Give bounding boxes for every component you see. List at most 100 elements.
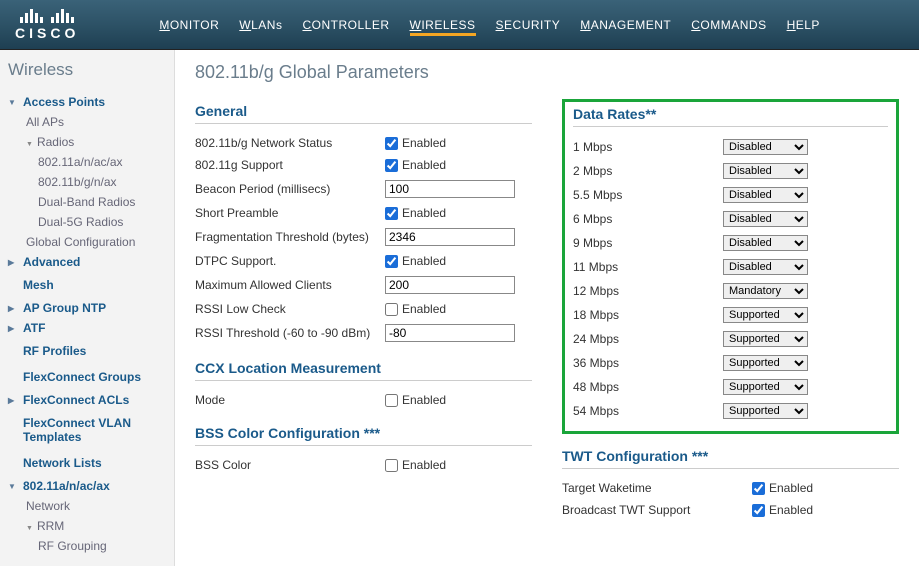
sidebar-item-radios[interactable]: Radios: [8, 132, 166, 152]
datarate-select-2[interactable]: DisabledMandatorySupported: [723, 163, 808, 179]
datarate-row: 2 MbpsDisabledMandatorySupported: [573, 159, 888, 183]
general-label: Short Preamble: [195, 206, 385, 220]
sidebar-item-atf[interactable]: ATF: [8, 318, 166, 338]
general-checkbox-0[interactable]: [385, 137, 398, 150]
general-checkbox-3[interactable]: [385, 207, 398, 220]
general-label: DTPC Support.: [195, 254, 385, 268]
datarate-select-36[interactable]: DisabledMandatorySupported: [723, 355, 808, 371]
general-input-2[interactable]: [385, 180, 515, 198]
ccx-checkbox-label: Enabled: [402, 393, 446, 407]
main-content: 802.11b/g Global Parameters General 802.…: [175, 50, 919, 566]
general-row: Beacon Period (millisecs): [195, 176, 532, 202]
nav-management[interactable]: MANAGEMENT: [580, 14, 671, 36]
twt-checkbox-label: Enabled: [769, 481, 813, 495]
datarate-label: 12 Mbps: [573, 284, 723, 298]
sidebar-item-network[interactable]: Network: [8, 496, 166, 516]
sidebar-item-flexconnect-acls[interactable]: FlexConnect ACLs: [8, 390, 166, 410]
datarate-label: 48 Mbps: [573, 380, 723, 394]
data-rates-highlight-box: Data Rates** 1 MbpsDisabledMandatorySupp…: [562, 99, 899, 434]
sidebar-item-ap-group-ntp[interactable]: AP Group NTP: [8, 298, 166, 318]
sidebar-item-802-11b-g-n-ax[interactable]: 802.11b/g/n/ax: [8, 172, 166, 192]
sidebar-item-network-lists[interactable]: Network Lists: [8, 450, 166, 476]
datarate-row: 12 MbpsDisabledMandatorySupported: [573, 279, 888, 303]
general-label: Beacon Period (millisecs): [195, 182, 385, 196]
section-datarates-title: Data Rates**: [573, 106, 888, 127]
datarate-select-24[interactable]: DisabledMandatorySupported: [723, 331, 808, 347]
datarate-row: 1 MbpsDisabledMandatorySupported: [573, 135, 888, 159]
section-bss-title: BSS Color Configuration ***: [195, 425, 532, 446]
general-label: RSSI Threshold (-60 to -90 dBm): [195, 326, 385, 340]
datarate-select-6[interactable]: DisabledMandatorySupported: [723, 211, 808, 227]
datarate-select-54[interactable]: DisabledMandatorySupported: [723, 403, 808, 419]
general-input-6[interactable]: [385, 276, 515, 294]
general-label: Maximum Allowed Clients: [195, 278, 385, 292]
nav-commands[interactable]: COMMANDS: [691, 14, 766, 36]
general-checkbox-5[interactable]: [385, 255, 398, 268]
datarate-select-11[interactable]: DisabledMandatorySupported: [723, 259, 808, 275]
sidebar-item-802-11a-n-ac-ax[interactable]: 802.11a/n/ac/ax: [8, 476, 166, 496]
cisco-logo: CISCO: [15, 9, 79, 41]
ccx-checkbox-0[interactable]: [385, 394, 398, 407]
datarate-select-9[interactable]: DisabledMandatorySupported: [723, 235, 808, 251]
datarate-select-1[interactable]: DisabledMandatorySupported: [723, 139, 808, 155]
general-row: 802.11g SupportEnabled: [195, 154, 532, 176]
sidebar: Wireless Access PointsAll APsRadios802.1…: [0, 50, 175, 566]
datarate-select-5.5[interactable]: DisabledMandatorySupported: [723, 187, 808, 203]
datarate-select-12[interactable]: DisabledMandatorySupported: [723, 283, 808, 299]
datarate-label: 54 Mbps: [573, 404, 723, 418]
general-row: RSSI Low CheckEnabled: [195, 298, 532, 320]
datarate-label: 2 Mbps: [573, 164, 723, 178]
general-checkbox-label: Enabled: [402, 136, 446, 150]
datarate-row: 54 MbpsDisabledMandatorySupported: [573, 399, 888, 423]
datarate-select-48[interactable]: DisabledMandatorySupported: [723, 379, 808, 395]
nav-help[interactable]: HELP: [787, 14, 820, 36]
bss-checkbox-0[interactable]: [385, 459, 398, 472]
general-label: RSSI Low Check: [195, 302, 385, 316]
sidebar-item-rf-profiles[interactable]: RF Profiles: [8, 338, 166, 364]
datarate-label: 5.5 Mbps: [573, 188, 723, 202]
twt-checkbox-label: Enabled: [769, 503, 813, 517]
page-title: 802.11b/g Global Parameters: [195, 62, 899, 83]
sidebar-item-802-11a-n-ac-ax[interactable]: 802.11a/n/ac/ax: [8, 152, 166, 172]
sidebar-item-dual-5g-radios[interactable]: Dual-5G Radios: [8, 212, 166, 232]
general-checkbox-1[interactable]: [385, 159, 398, 172]
datarate-row: 9 MbpsDisabledMandatorySupported: [573, 231, 888, 255]
twt-checkbox-0[interactable]: [752, 482, 765, 495]
twt-checkbox-1[interactable]: [752, 504, 765, 517]
nav-security[interactable]: SECURITY: [496, 14, 561, 36]
nav-controller[interactable]: CONTROLLER: [302, 14, 389, 36]
general-checkbox-label: Enabled: [402, 158, 446, 172]
sidebar-item-all-aps[interactable]: All APs: [8, 112, 166, 132]
bss-label: BSS Color: [195, 458, 385, 472]
sidebar-title: Wireless: [8, 60, 166, 80]
datarate-label: 1 Mbps: [573, 140, 723, 154]
twt-label: Broadcast TWT Support: [562, 503, 752, 517]
sidebar-item-mesh[interactable]: Mesh: [8, 272, 166, 298]
sidebar-item-rrm[interactable]: RRM: [8, 516, 166, 536]
datarate-label: 11 Mbps: [573, 260, 723, 274]
sidebar-item-dual-band-radios[interactable]: Dual-Band Radios: [8, 192, 166, 212]
logo-text: CISCO: [15, 25, 79, 41]
nav-wireless[interactable]: WIRELESS: [410, 14, 476, 36]
sidebar-item-rf-grouping[interactable]: RF Grouping: [8, 536, 166, 556]
sidebar-item-advanced[interactable]: Advanced: [8, 252, 166, 272]
sidebar-item-flexconnect-vlan-templates[interactable]: FlexConnect VLAN Templates: [8, 410, 166, 450]
top-nav: MONITOR WLANs CONTROLLER WIRELESS SECURITY MA…: [159, 14, 820, 36]
datarate-select-18[interactable]: DisabledMandatorySupported: [723, 307, 808, 323]
general-checkbox-7[interactable]: [385, 303, 398, 316]
twt-row: Broadcast TWT Support Enabled: [562, 499, 899, 521]
general-row: Short Preamble Enabled: [195, 202, 532, 224]
sidebar-list: Access PointsAll APsRadios802.11a/n/ac/a…: [8, 92, 166, 556]
header: CISCO MONITOR WLANs CONTROLLER WIRELESS SECU…: [0, 0, 919, 50]
sidebar-item-global-configuration[interactable]: Global Configuration: [8, 232, 166, 252]
datarate-row: 36 MbpsDisabledMandatorySupported: [573, 351, 888, 375]
sidebar-item-flexconnect-groups[interactable]: FlexConnect Groups: [8, 364, 166, 390]
nav-monitor[interactable]: MONITOR: [159, 14, 219, 36]
general-checkbox-label: Enabled: [402, 206, 446, 220]
general-input-4[interactable]: [385, 228, 515, 246]
nav-wlans[interactable]: WLANs: [239, 14, 282, 36]
sidebar-item-access-points[interactable]: Access Points: [8, 92, 166, 112]
general-label: 802.11b/g Network Status: [195, 136, 385, 150]
twt-row: Target WaketimeEnabled: [562, 477, 899, 499]
general-input-8[interactable]: [385, 324, 515, 342]
